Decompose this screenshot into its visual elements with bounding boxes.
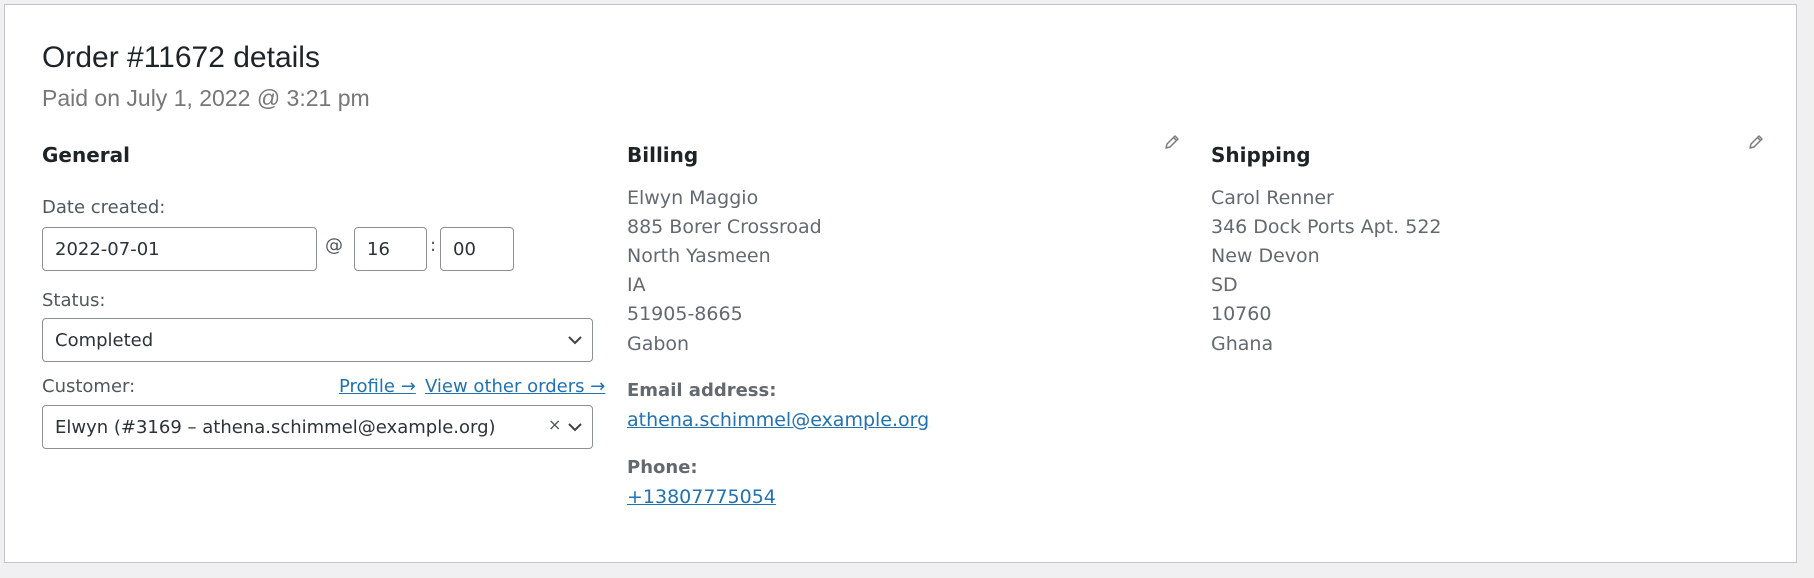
billing-phone-link[interactable]: +13807775054 <box>627 486 776 508</box>
page-title: Order #11672 details <box>42 41 320 74</box>
date-created-label: Date created: <box>42 197 166 218</box>
customer-label: Customer: <box>42 376 136 397</box>
shipping-address-line: 10760 <box>1211 303 1272 325</box>
billing-email-link[interactable]: athena.schimmel@example.org <box>627 409 929 431</box>
hour-input[interactable]: 16 <box>354 227 427 271</box>
date-created-input[interactable]: 2022-07-01 <box>42 227 317 271</box>
email-label: Email address: <box>627 380 777 401</box>
pencil-icon[interactable] <box>1163 133 1181 151</box>
shipping-heading: Shipping <box>1211 143 1311 167</box>
phone-label: Phone: <box>627 457 698 478</box>
at-separator: @ <box>325 235 343 256</box>
shipping-address-line: 346 Dock Ports Apt. 522 <box>1211 216 1442 238</box>
view-other-orders-link[interactable]: View other orders → <box>425 376 605 397</box>
shipping-address-line: New Devon <box>1211 245 1320 267</box>
chevron-down-icon <box>568 423 582 432</box>
billing-address-line: Elwyn Maggio <box>627 187 759 209</box>
billing-heading: Billing <box>627 143 699 167</box>
status-select[interactable]: Completed <box>42 318 593 362</box>
general-heading: General <box>42 143 130 167</box>
minute-input[interactable]: 00 <box>440 227 514 271</box>
customer-select[interactable]: Elwyn (#3169 – athena.schimmel@example.o… <box>42 405 593 449</box>
billing-address-line: IA <box>627 274 646 296</box>
pencil-icon[interactable] <box>1747 133 1765 151</box>
shipping-address-line: Carol Renner <box>1211 187 1334 209</box>
billing-address-line: 51905-8665 <box>627 303 743 325</box>
customer-selected-value: Elwyn (#3169 – athena.schimmel@example.o… <box>55 416 496 438</box>
shipping-address-line: SD <box>1211 274 1238 296</box>
status-label: Status: <box>42 290 106 311</box>
close-icon[interactable]: × <box>548 415 561 434</box>
order-details-panel: Order #11672 details Paid on July 1, 202… <box>4 4 1797 563</box>
profile-link[interactable]: Profile → <box>339 376 416 397</box>
status-selected-value: Completed <box>55 329 154 351</box>
chevron-down-icon <box>568 336 582 345</box>
shipping-address-line: Ghana <box>1211 333 1274 355</box>
paid-date-subtitle: Paid on July 1, 2022 @ 3:21 pm <box>42 85 370 111</box>
billing-address-line: North Yasmeen <box>627 245 771 267</box>
billing-address-line: 885 Borer Crossroad <box>627 216 822 238</box>
billing-address-line: Gabon <box>627 333 690 355</box>
colon-separator: : <box>430 235 437 256</box>
